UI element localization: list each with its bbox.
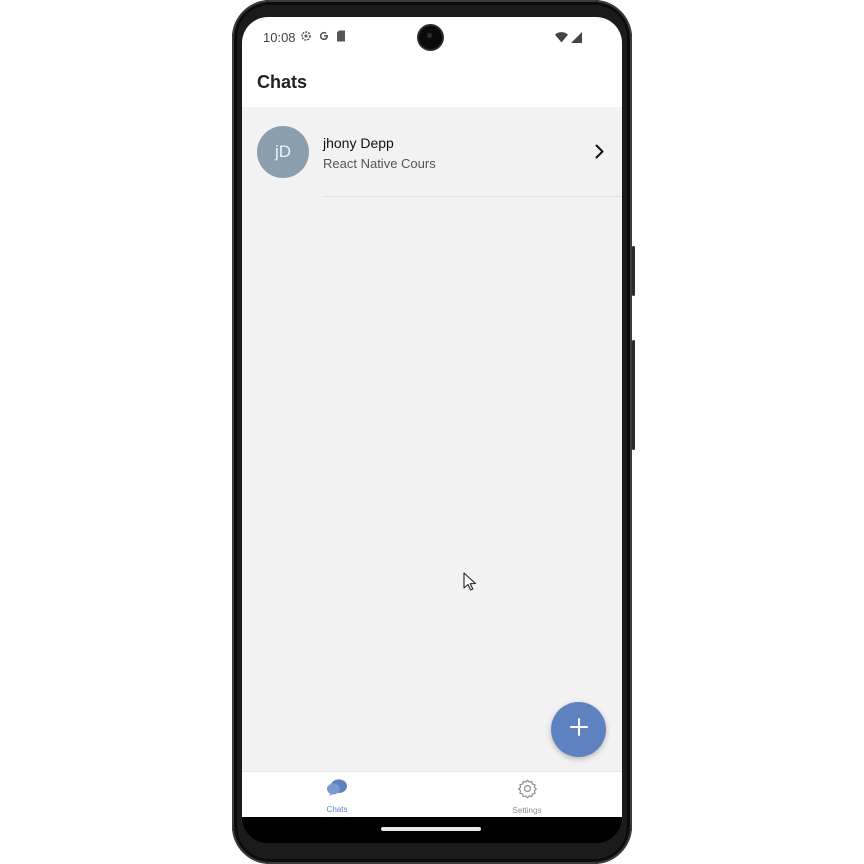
mouse-cursor-icon: [463, 572, 477, 597]
chevron-right-icon: [595, 144, 604, 164]
signal-icon: [571, 30, 582, 48]
status-icons-right: [555, 30, 582, 48]
page-title: Chats: [257, 72, 308, 92]
divider: [323, 196, 622, 197]
chat-list: jD jhony Depp React Native Cours: [242, 107, 622, 772]
chat-list-item[interactable]: jD jhony Depp React Native Cours: [242, 107, 622, 197]
phone-screen: 10:08 Chats jD jhony Depp React Native C…: [242, 17, 622, 843]
bottom-tab-bar: Chats Settings: [242, 771, 622, 818]
chat-name: jhony Depp: [323, 135, 394, 151]
front-camera: [419, 26, 442, 49]
power-button: [632, 340, 635, 450]
gear-icon: [517, 779, 538, 803]
wifi-icon: [555, 30, 568, 48]
tab-settings[interactable]: Settings: [432, 778, 622, 818]
phone-frame: 10:08 Chats jD jhony Depp React Native C…: [232, 0, 635, 864]
status-icons-left: [300, 29, 346, 47]
volume-button: [632, 246, 635, 296]
chat-preview: React Native Cours: [323, 156, 436, 171]
sd-card-icon: [336, 29, 346, 47]
plus-icon: [569, 717, 589, 742]
gear-icon: [300, 29, 312, 47]
tab-chats[interactable]: Chats: [242, 778, 432, 818]
home-gesture-bar[interactable]: [381, 827, 481, 831]
status-time: 10:08: [263, 30, 296, 45]
chat-bubbles-icon: [326, 779, 348, 802]
avatar-initials: jD: [274, 142, 292, 161]
status-bar: 10:08: [242, 17, 622, 57]
tab-settings-label: Settings: [512, 806, 542, 815]
google-icon: [318, 29, 330, 47]
tab-chats-label: Chats: [326, 805, 348, 814]
app-header: Chats: [242, 57, 622, 107]
system-nav-bar: [242, 817, 622, 843]
new-chat-button[interactable]: [551, 702, 606, 757]
avatar: jD: [257, 126, 309, 178]
